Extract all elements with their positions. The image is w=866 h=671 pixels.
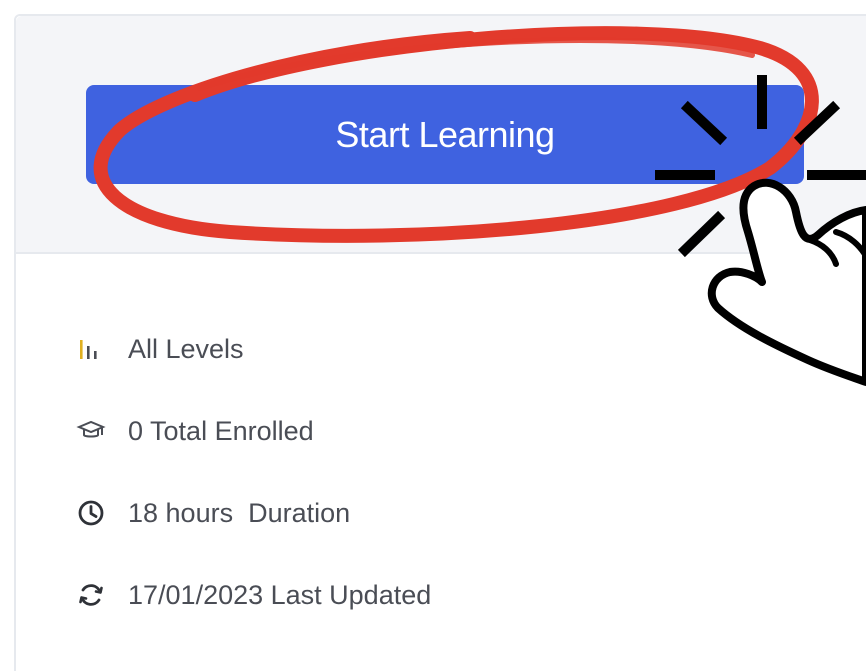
level-bars-icon	[76, 334, 106, 364]
screenshot-stage: Start Learning All Levels 0 Total Enroll…	[0, 0, 866, 671]
start-learning-button[interactable]: Start Learning	[86, 85, 804, 184]
meta-enrolled-text: 0 Total Enrolled	[128, 415, 314, 446]
refresh-icon	[76, 580, 106, 610]
meta-duration-text: 18 hours Duration	[128, 497, 351, 528]
meta-duration: 18 hours Duration	[76, 472, 431, 554]
clock-icon	[76, 498, 106, 528]
course-info-card: Start Learning All Levels 0 Total Enroll…	[14, 14, 866, 671]
graduation-cap-icon	[76, 416, 106, 446]
meta-updated-text: 17/01/2023 Last Updated	[128, 579, 432, 610]
meta-level: All Levels	[76, 308, 431, 390]
meta-enrolled: 0 Total Enrolled	[76, 390, 431, 472]
meta-updated: 17/01/2023 Last Updated	[76, 554, 431, 636]
card-header: Start Learning	[16, 16, 866, 254]
course-meta-list: All Levels 0 Total Enrolled 18 hours Dur…	[76, 308, 431, 636]
meta-level-text: All Levels	[128, 333, 244, 364]
